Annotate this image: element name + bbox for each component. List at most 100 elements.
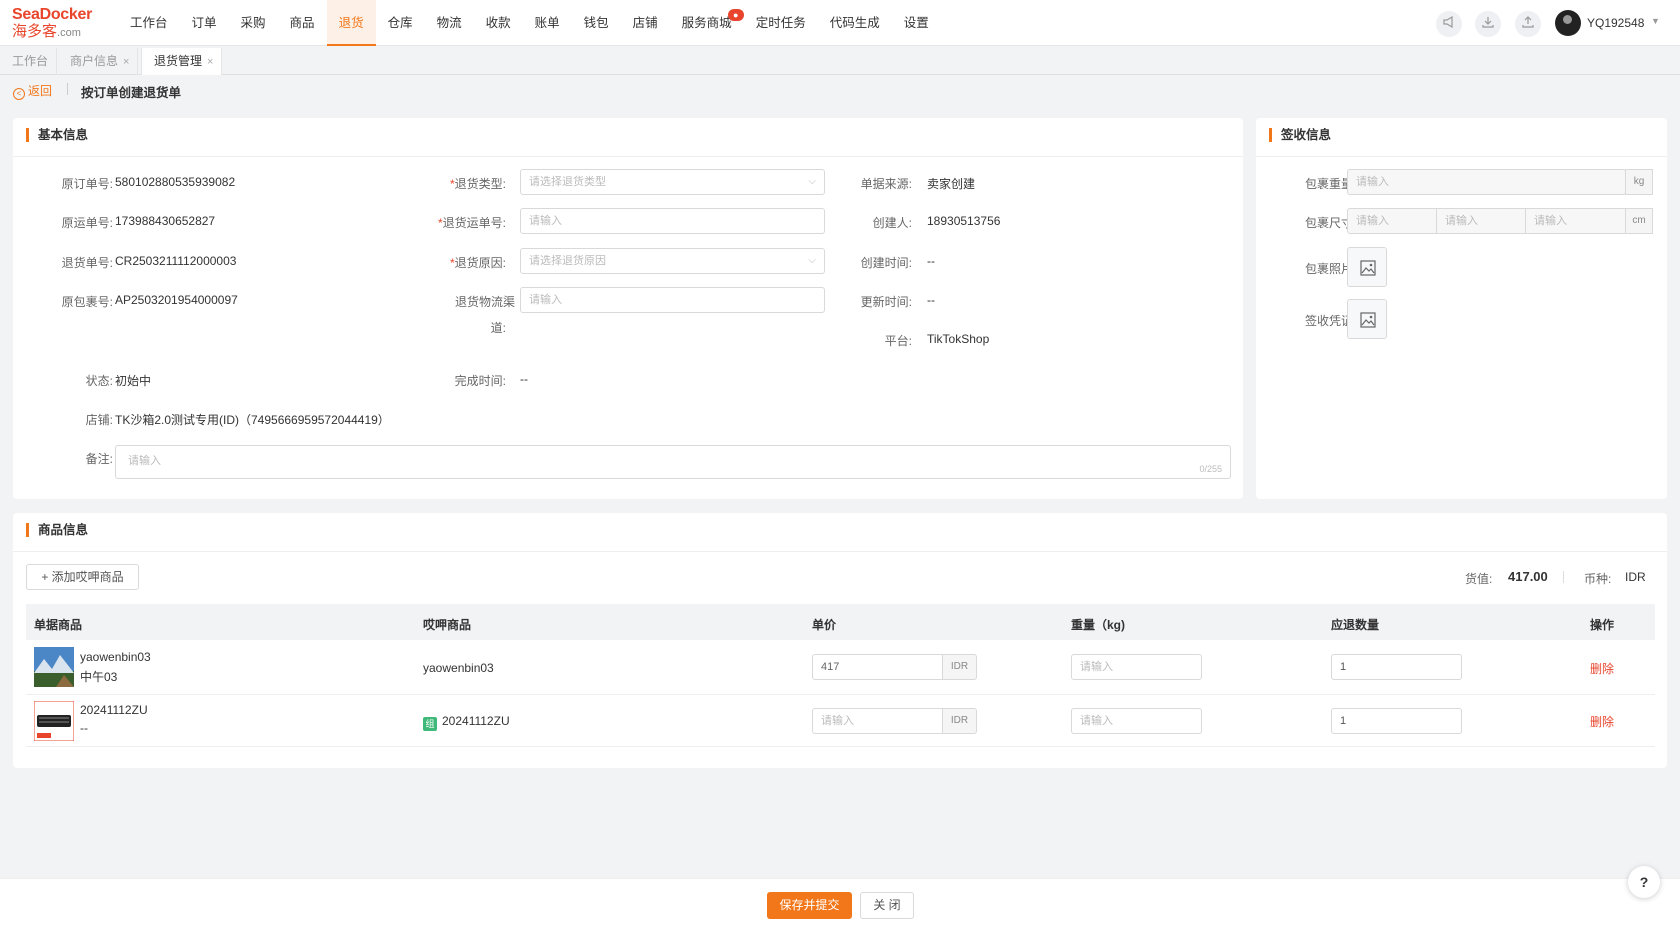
nav-item-service-mall-label: 服务商城 — [681, 16, 732, 30]
upload-icon[interactable] — [1515, 11, 1541, 37]
size-unit: cm — [1625, 208, 1653, 234]
remark-textarea[interactable]: 请输入 0/255 — [115, 445, 1231, 479]
weight-input[interactable]: 请输入 — [1347, 169, 1626, 195]
nav-item-products[interactable]: 商品 — [278, 0, 327, 46]
nav-item-warehouse[interactable]: 仓库 — [376, 0, 425, 46]
back-button[interactable]: < 返回 — [13, 82, 52, 100]
product-name: -- — [80, 721, 88, 735]
section-title-goods: 商品信息 — [26, 523, 88, 537]
divider — [26, 746, 1655, 747]
currency-value: IDR — [1625, 570, 1646, 584]
mapped-product-sku: 20241112ZU — [442, 714, 510, 728]
nav-item-workbench[interactable]: 工作台 — [118, 0, 180, 46]
size-length-input[interactable]: 请输入 — [1347, 208, 1437, 234]
return-type-select[interactable]: 请选择退货类型 ⌵ — [520, 169, 825, 195]
divider — [13, 156, 1243, 157]
close-button[interactable]: 关 闭 — [860, 892, 914, 919]
creator-value: 18930513756 — [927, 214, 1001, 228]
avatar[interactable] — [1555, 10, 1581, 36]
proof-upload[interactable] — [1347, 299, 1387, 339]
weight-label: 包裹重量 — [1304, 177, 1353, 191]
logo-brand: SeaDocker — [12, 6, 93, 23]
nav-item-collection[interactable]: 收款 — [474, 0, 523, 46]
orig-pkg-value: AP2503201954000097 — [115, 293, 238, 307]
return-no-label: 退货单号: — [61, 256, 113, 270]
image-icon — [1360, 312, 1376, 328]
value-label: 货值: — [1465, 572, 1493, 586]
return-waybill-label: *退货运单号: — [438, 214, 506, 231]
size-height-input[interactable]: 请输入 — [1525, 208, 1626, 234]
section-title-receipt: 签收信息 — [1269, 128, 1331, 142]
remark-label: 备注: — [85, 452, 113, 466]
logo-cn: 海多客 — [12, 23, 58, 40]
weight-input[interactable]: 请输入 — [1071, 708, 1202, 734]
logistics-channel-input[interactable]: 请输入 — [520, 287, 825, 313]
close-icon[interactable]: × — [207, 56, 213, 68]
nav-item-bills[interactable]: 账单 — [523, 0, 572, 46]
nav-item-settings[interactable]: 设置 — [892, 0, 941, 46]
divider — [13, 551, 1667, 552]
help-button[interactable]: ? — [1628, 866, 1660, 898]
tab-workbench[interactable]: 工作台 — [0, 48, 58, 75]
tab-return-management[interactable]: 退货管理 × — [141, 48, 223, 75]
size-width-input[interactable]: 请输入 — [1436, 208, 1526, 234]
return-reason-placeholder: 请选择退货原因 — [529, 255, 606, 267]
logo[interactable]: SeaDocker 海多客.com — [12, 6, 102, 42]
chevron-down-icon[interactable]: ▼ — [1651, 16, 1660, 26]
size-label: 包裹尺寸 — [1304, 216, 1353, 230]
save-submit-button[interactable]: 保存并提交 — [767, 892, 852, 919]
add-product-button[interactable]: + 添加哎呷商品 — [26, 564, 139, 590]
chevron-down-icon: ⌵ — [808, 176, 816, 187]
mapped-product: 组 20241112ZU — [423, 714, 510, 731]
download-icon[interactable] — [1475, 11, 1501, 37]
weight-input[interactable]: 请输入 — [1071, 654, 1202, 680]
photo-upload[interactable] — [1347, 247, 1387, 287]
return-reason-label-text: 退货原因: — [454, 256, 506, 270]
divider — [26, 694, 1655, 695]
nav-item-wallet[interactable]: 钱包 — [572, 0, 621, 46]
nav-item-purchase[interactable]: 采购 — [229, 0, 278, 46]
return-waybill-input[interactable]: 请输入 — [520, 208, 825, 234]
unit-price-input[interactable]: 请输入 — [812, 708, 943, 734]
finish-time-label: 完成时间: — [454, 374, 506, 388]
close-icon[interactable]: × — [123, 56, 129, 68]
username[interactable]: YQ192548 — [1587, 16, 1644, 30]
currency-label: 币种: — [1584, 572, 1612, 586]
delete-button[interactable]: 删除 — [1590, 713, 1614, 730]
source-value: 卖家创建 — [927, 177, 976, 191]
basic-info-card: 基本信息 原订单号: 580102880535939082 原运单号: 1739… — [13, 118, 1243, 499]
updated-time-value: -- — [927, 293, 935, 307]
product-thumbnail — [34, 701, 74, 741]
return-qty-input[interactable]: 1 — [1331, 708, 1462, 734]
table-header: 单据商品 哎呷商品 单价 重量（kg) 应退数量 操作 — [26, 604, 1655, 640]
return-qty-input[interactable]: 1 — [1331, 654, 1462, 680]
nav-item-returns[interactable]: 退货 — [326, 0, 376, 46]
weight-unit: kg — [1625, 169, 1653, 195]
top-navbar: SeaDocker 海多客.com 工作台 订单 采购 商品 退货 仓库 物流 … — [0, 0, 1680, 46]
nav-item-scheduled-tasks[interactable]: 定时任务 — [744, 0, 818, 46]
nav-badge: ● — [727, 9, 744, 21]
price-unit: IDR — [942, 708, 977, 734]
megaphone-icon[interactable] — [1436, 11, 1462, 37]
unit-price-input[interactable]: 417 — [812, 654, 943, 680]
product-sku: 20241112ZU — [80, 703, 148, 717]
tab-merchant-info[interactable]: 商户信息 × — [58, 48, 139, 75]
col-actions: 操作 — [1590, 618, 1615, 632]
return-no-value: CR2503211112000003 — [115, 254, 237, 268]
return-waybill-label-text: 退货运单号: — [442, 216, 506, 230]
back-label: 返回 — [28, 84, 53, 98]
plus-icon: + — [41, 570, 52, 584]
col-weight: 重量（kg) — [1071, 618, 1126, 632]
nav-item-codegen[interactable]: 代码生成 — [818, 0, 892, 46]
nav-item-shops[interactable]: 店铺 — [621, 0, 670, 46]
delete-button[interactable]: 删除 — [1590, 660, 1614, 677]
col-doc-product: 单据商品 — [34, 618, 83, 632]
chevron-down-icon: ⌵ — [808, 255, 816, 266]
nav-item-service-mall[interactable]: 服务商城 ● — [670, 0, 744, 46]
logistics-channel-label: 退货物流渠 — [454, 295, 515, 309]
nav-item-logistics[interactable]: 物流 — [425, 0, 474, 46]
return-reason-select[interactable]: 请选择退货原因 ⌵ — [520, 248, 825, 274]
nav-item-orders[interactable]: 订单 — [180, 0, 229, 46]
add-product-label: 添加哎呷商品 — [51, 570, 124, 584]
orig-pkg-label: 原包裹号: — [61, 295, 113, 309]
